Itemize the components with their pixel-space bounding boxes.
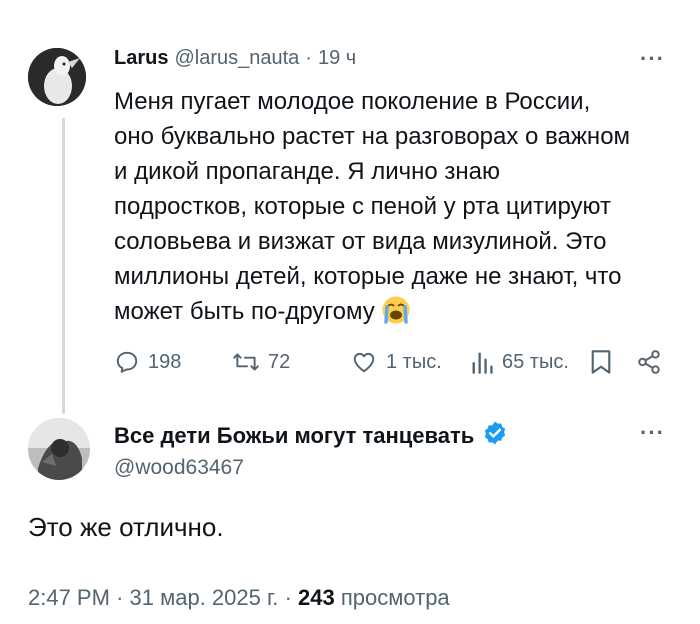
views-count: 65 тыс. xyxy=(502,350,569,373)
repost-count: 72 xyxy=(268,350,291,373)
share-icon xyxy=(636,349,662,375)
tweet-more-button[interactable]: ··· xyxy=(640,46,665,72)
reply-author-name[interactable]: Все дети Божьи могут танцевать xyxy=(114,423,474,449)
reply-icon xyxy=(114,349,140,375)
like-action-button[interactable]: 1 тыс. xyxy=(350,349,442,375)
reply-header: Все дети Божьи могут танцевать xyxy=(114,420,508,451)
avatar-image xyxy=(28,418,90,480)
tweet-time[interactable]: 19 ч xyxy=(318,47,356,70)
verified-badge-icon xyxy=(482,420,508,451)
bookmark-icon xyxy=(590,349,612,375)
reply-views-label: просмотра xyxy=(340,585,450,610)
reply-views-count: 243 xyxy=(298,585,335,610)
views-action-button[interactable]: 65 тыс. xyxy=(470,349,569,375)
author-name[interactable]: Larus xyxy=(114,47,168,70)
reply-more-button[interactable]: ··· xyxy=(640,420,665,446)
reply-count: 198 xyxy=(148,350,182,373)
avatar-image xyxy=(28,48,86,106)
reply-date[interactable]: 31 мар. 2025 г. xyxy=(130,585,279,610)
author-handle[interactable]: @larus_nauta xyxy=(174,47,299,70)
tweet-text: Меня пугает молодое поколение в России, … xyxy=(114,84,674,335)
tweet-header: Larus @larus_nauta · 19 ч xyxy=(114,47,356,70)
like-count: 1 тыс. xyxy=(386,350,442,373)
thread-connector-line xyxy=(62,118,65,414)
reply-meta: 2:47 PM · 31 мар. 2025 г. · 243 просмотр… xyxy=(28,585,450,611)
avatar-wood63467[interactable] xyxy=(28,418,90,480)
views-chart-icon xyxy=(470,349,494,375)
share-button[interactable] xyxy=(636,349,662,375)
reply-text: Это же отлично. xyxy=(28,512,224,542)
bookmark-button[interactable] xyxy=(590,349,612,375)
repost-icon xyxy=(232,349,260,375)
meta-separator: · xyxy=(284,585,292,610)
heart-icon xyxy=(350,349,378,375)
reply-action-button[interactable]: 198 xyxy=(114,349,181,375)
header-separator: · xyxy=(305,47,312,69)
reply-author-handle[interactable]: @wood63467 xyxy=(114,456,244,480)
more-icon: ··· xyxy=(640,46,665,71)
more-icon: ··· xyxy=(640,420,665,445)
avatar-larus[interactable] xyxy=(28,48,86,106)
meta-separator: · xyxy=(116,585,124,610)
repost-action-button[interactable]: 72 xyxy=(232,349,290,375)
crying-face-emoji-icon xyxy=(381,295,411,335)
tweet-text-body: Меня пугает молодое поколение в России, … xyxy=(114,88,631,325)
reply-time[interactable]: 2:47 PM xyxy=(28,585,110,610)
